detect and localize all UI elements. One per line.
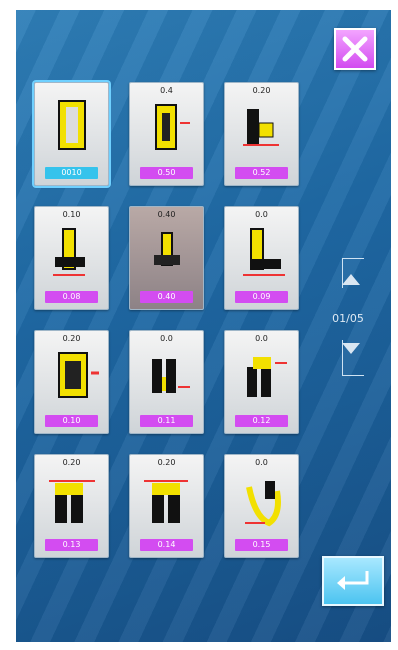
pattern-preview-icon	[45, 343, 100, 407]
pattern-preview-icon	[140, 343, 195, 407]
pattern-tile[interactable]: 0.40 0.40	[129, 206, 204, 310]
pattern-tile[interactable]: 0.4 0.50	[129, 82, 204, 186]
pattern-number-badge: 0.14	[140, 539, 193, 551]
arrow-down-icon	[342, 343, 360, 354]
pattern-number-badge: 0.12	[235, 415, 288, 427]
pattern-preview-icon	[140, 95, 195, 159]
pattern-tile[interactable]: 0.0 0.12	[224, 330, 299, 434]
pattern-preview-icon	[235, 95, 290, 159]
pattern-preview-icon	[45, 467, 100, 531]
pattern-number-badge: 0.50	[140, 167, 193, 179]
pattern-tile[interactable]: 0.20 0.13	[34, 454, 109, 558]
pattern-preview-icon	[235, 219, 290, 283]
divider	[342, 258, 364, 259]
pattern-tile[interactable]: 0.0 0.15	[224, 454, 299, 558]
divider	[342, 375, 364, 376]
page-indicator: 01/05	[332, 312, 364, 325]
pattern-number-badge: 0.11	[140, 415, 193, 427]
pattern-number-badge: 0.40	[140, 291, 193, 303]
pattern-tile[interactable]: 0.20 0.14	[129, 454, 204, 558]
enter-button[interactable]	[322, 556, 384, 606]
pattern-preview-icon	[45, 95, 100, 159]
pager: 01/05	[326, 258, 366, 376]
pattern-grid: 0010 0.4 0.50 0.20 0.52 0.10 0.08 0.40 0.40 0.0 0.…	[34, 82, 299, 558]
arrow-up-icon	[342, 274, 360, 285]
pattern-number-badge: 0.13	[45, 539, 98, 551]
pattern-number-badge: 0010	[45, 167, 98, 179]
enter-return-icon	[337, 571, 369, 590]
pattern-tile[interactable]: 0.0 0.11	[129, 330, 204, 434]
pattern-tile[interactable]: 0.20 0.52	[224, 82, 299, 186]
page-down-button[interactable]	[340, 340, 362, 356]
pattern-select-screen: 0010 0.4 0.50 0.20 0.52 0.10 0.08 0.40 0.40 0.0 0.…	[16, 10, 391, 642]
divider	[342, 340, 343, 376]
pattern-number-badge: 0.52	[235, 167, 288, 179]
pattern-tile[interactable]: 0010	[34, 82, 109, 186]
pattern-number-badge: 0.15	[235, 539, 288, 551]
page-up-button[interactable]	[340, 272, 362, 288]
pattern-preview-icon	[45, 219, 100, 283]
pattern-tile[interactable]: 0.0 0.09	[224, 206, 299, 310]
pattern-tile[interactable]: 0.10 0.08	[34, 206, 109, 310]
pattern-preview-icon	[235, 467, 290, 531]
close-button[interactable]	[334, 28, 376, 70]
pattern-tile[interactable]: 0.20 0.10	[34, 330, 109, 434]
pattern-preview-icon	[140, 219, 195, 283]
pattern-preview-icon	[235, 343, 290, 407]
pattern-number-badge: 0.10	[45, 415, 98, 427]
pattern-preview-icon	[140, 467, 195, 531]
pattern-number-badge: 0.09	[235, 291, 288, 303]
pattern-number-badge: 0.08	[45, 291, 98, 303]
close-x-icon	[342, 36, 368, 62]
